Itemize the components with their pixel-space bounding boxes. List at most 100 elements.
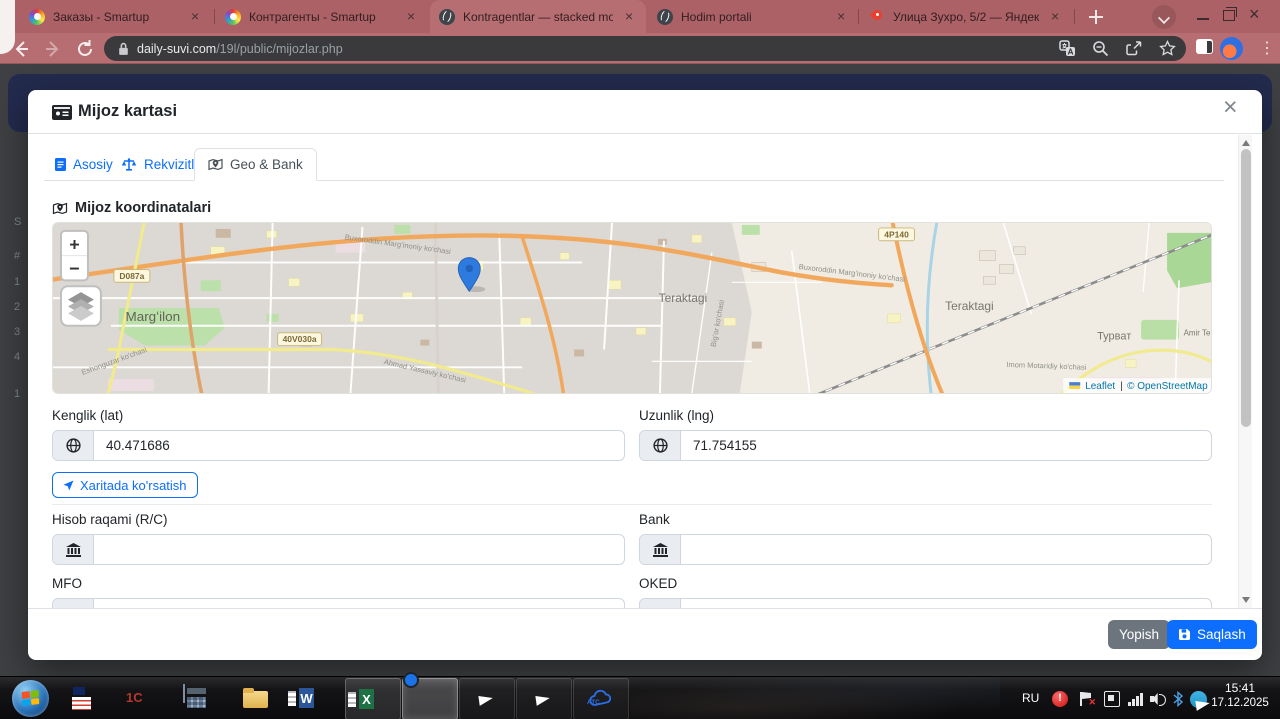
browser-tab-kontragentlar-active[interactable]: Kontragentlar — stacked moda: [430, 0, 646, 33]
window-minimize-button[interactable]: [1190, 4, 1216, 26]
leaflet-link[interactable]: Leaflet: [1085, 381, 1115, 392]
taskbar-atc-button[interactable]: ATC: [573, 678, 629, 719]
smartup-favicon: [225, 8, 241, 25]
mfo-input[interactable]: [94, 599, 624, 608]
map-canvas: Buxoroddin Margʻinoniy ko'chasi Buxorodd…: [53, 223, 1211, 393]
translate-icon[interactable]: [1059, 40, 1076, 57]
lat-input[interactable]: [94, 431, 624, 460]
bank-input[interactable]: [681, 535, 1211, 564]
save-floppy-icon: [1179, 629, 1190, 640]
tab-title: Контрагенты - Smartup: [249, 9, 376, 24]
antivirus-alert-icon[interactable]: [1052, 691, 1068, 707]
window-restore-button[interactable]: [1216, 4, 1242, 26]
volume-icon[interactable]: [1150, 691, 1166, 707]
language-indicator[interactable]: RU: [1022, 691, 1039, 705]
map-marker-icon: [52, 202, 68, 214]
oked-input[interactable]: [681, 599, 1211, 608]
tab-label: Asosiy: [73, 157, 113, 172]
tab-close-icon[interactable]: [187, 8, 203, 25]
tab-geo-bank[interactable]: Geo & Bank: [194, 148, 317, 181]
road-shield-40v030a: 40V030a: [283, 334, 317, 344]
scroll-up-arrow-icon[interactable]: [1242, 140, 1250, 146]
yopish-button[interactable]: Yopish: [1108, 620, 1171, 649]
taskbar-telegram-button-2[interactable]: [516, 678, 572, 719]
browser-menu-icon[interactable]: [1254, 36, 1275, 62]
leaflet-map[interactable]: Buxoroddin Margʻinoniy ko'chasi Buxorodd…: [52, 222, 1212, 394]
taskbar-clock[interactable]: 15:41 17.12.2025: [1204, 681, 1276, 709]
lng-input-group: [639, 430, 1212, 461]
forward-arrow-icon: [46, 41, 59, 57]
zoom-in-button[interactable]: +: [69, 235, 80, 255]
map-layers-control[interactable]: [59, 285, 102, 327]
background-fragment: #: [14, 250, 21, 262]
tab-title: Заказы - Smartup: [53, 9, 150, 24]
taskbar-calculator-icon[interactable]: [183, 684, 185, 703]
section-title-text: Mijoz koordinatalari: [75, 200, 212, 216]
attribution-separator: |: [1120, 381, 1123, 392]
bank-input-group: [639, 534, 1212, 565]
bank-icon: [53, 535, 94, 564]
browser-tab-yandex-maps[interactable]: Улица Зухро, 5/2 — Яндекс Ка: [860, 0, 1072, 33]
smartup-favicon: [29, 8, 45, 25]
browser-tab-kontragenty[interactable]: Контрагенты - Smartup: [216, 0, 428, 33]
clock-time: 15:41: [1224, 681, 1256, 695]
zoom-out-button[interactable]: −: [69, 258, 80, 278]
bank-icon: [640, 599, 681, 608]
taskbar-telegram-button-1[interactable]: [459, 678, 515, 719]
side-panel-icon[interactable]: [1196, 39, 1213, 54]
modal-nav-tabs: Asosiy Rekvizitlar Geo & Bank: [28, 148, 1262, 181]
bookmark-star-icon[interactable]: [1159, 40, 1176, 57]
clipboard-tray-icon[interactable]: [1104, 691, 1120, 707]
tab-close-icon[interactable]: [1047, 8, 1063, 25]
globe-favicon: [439, 8, 455, 25]
bank-icon: [53, 599, 94, 608]
window-close-button[interactable]: [1243, 4, 1269, 26]
browser-tab-zakazy[interactable]: Заказы - Smartup: [20, 0, 212, 33]
mfo-input-group: [52, 598, 625, 608]
wallpaper-glow: [630, 677, 1000, 719]
start-button[interactable]: [12, 680, 49, 717]
bluetooth-icon[interactable]: [1172, 690, 1188, 708]
place-label-margilon: Margʻilon: [125, 309, 180, 324]
address-bar[interactable]: daily-suvi.com/19l/public/mijozlar.php: [104, 36, 1186, 61]
scroll-down-arrow-icon[interactable]: [1242, 597, 1250, 603]
scrollbar-thumb[interactable]: [1240, 149, 1251, 427]
browser-tab-hodim[interactable]: Hodim portali: [648, 0, 858, 33]
modal-scrollbar[interactable]: [1238, 135, 1252, 608]
reload-button[interactable]: [72, 36, 98, 62]
tab-close-icon[interactable]: [403, 8, 419, 25]
show-on-map-button[interactable]: Xaritada ko'rsatish: [52, 472, 198, 498]
new-tab-button[interactable]: [1085, 6, 1107, 28]
tab-close-icon[interactable]: [833, 8, 849, 25]
bank-icon: [640, 535, 681, 564]
profile-avatar[interactable]: [1220, 37, 1243, 60]
oked-input-group: [639, 598, 1212, 608]
share-icon[interactable]: [1125, 40, 1143, 57]
modal-body: Asosiy Rekvizitlar Geo & Bank Mijoz koor…: [28, 134, 1262, 608]
taskbar-excel-button[interactable]: X: [345, 678, 401, 719]
lng-input[interactable]: [681, 431, 1211, 460]
openstreetmap-link[interactable]: © OpenStreetMap: [1127, 381, 1208, 392]
forward-button[interactable]: [40, 36, 66, 62]
account-input[interactable]: [94, 535, 624, 564]
chrome-profile-badge: [403, 672, 419, 688]
url-host: daily-suvi.com: [137, 41, 217, 56]
lat-input-group: [52, 430, 625, 461]
screen: Заказы - Smartup Контрагенты - Smartup K…: [0, 0, 1280, 719]
url-path: /19l/public/mijozlar.php: [216, 41, 343, 56]
tab-search-chevron-icon[interactable]: [1152, 5, 1176, 29]
action-center-flag-icon[interactable]: ✕: [1078, 691, 1096, 707]
tab-label: Geo & Bank: [230, 157, 303, 172]
taskbar-chrome-button[interactable]: [402, 672, 458, 719]
bank-label: Bank: [639, 512, 670, 527]
saqlash-button[interactable]: Saqlash: [1167, 620, 1257, 649]
saqlash-label: Saqlash: [1197, 627, 1246, 642]
modal-close-icon[interactable]: [1216, 93, 1246, 125]
zoom-out-icon[interactable]: [1092, 40, 1109, 57]
network-signal-icon[interactable]: [1128, 691, 1144, 707]
map-zoom-control[interactable]: + −: [59, 229, 89, 282]
lng-label: Uzunlik (lng): [639, 408, 715, 423]
window-corner-decoration: [0, 0, 15, 54]
tab-close-icon[interactable]: [621, 8, 637, 25]
tab-title: Улица Зухро, 5/2 — Яндекс Ка: [893, 9, 1039, 24]
